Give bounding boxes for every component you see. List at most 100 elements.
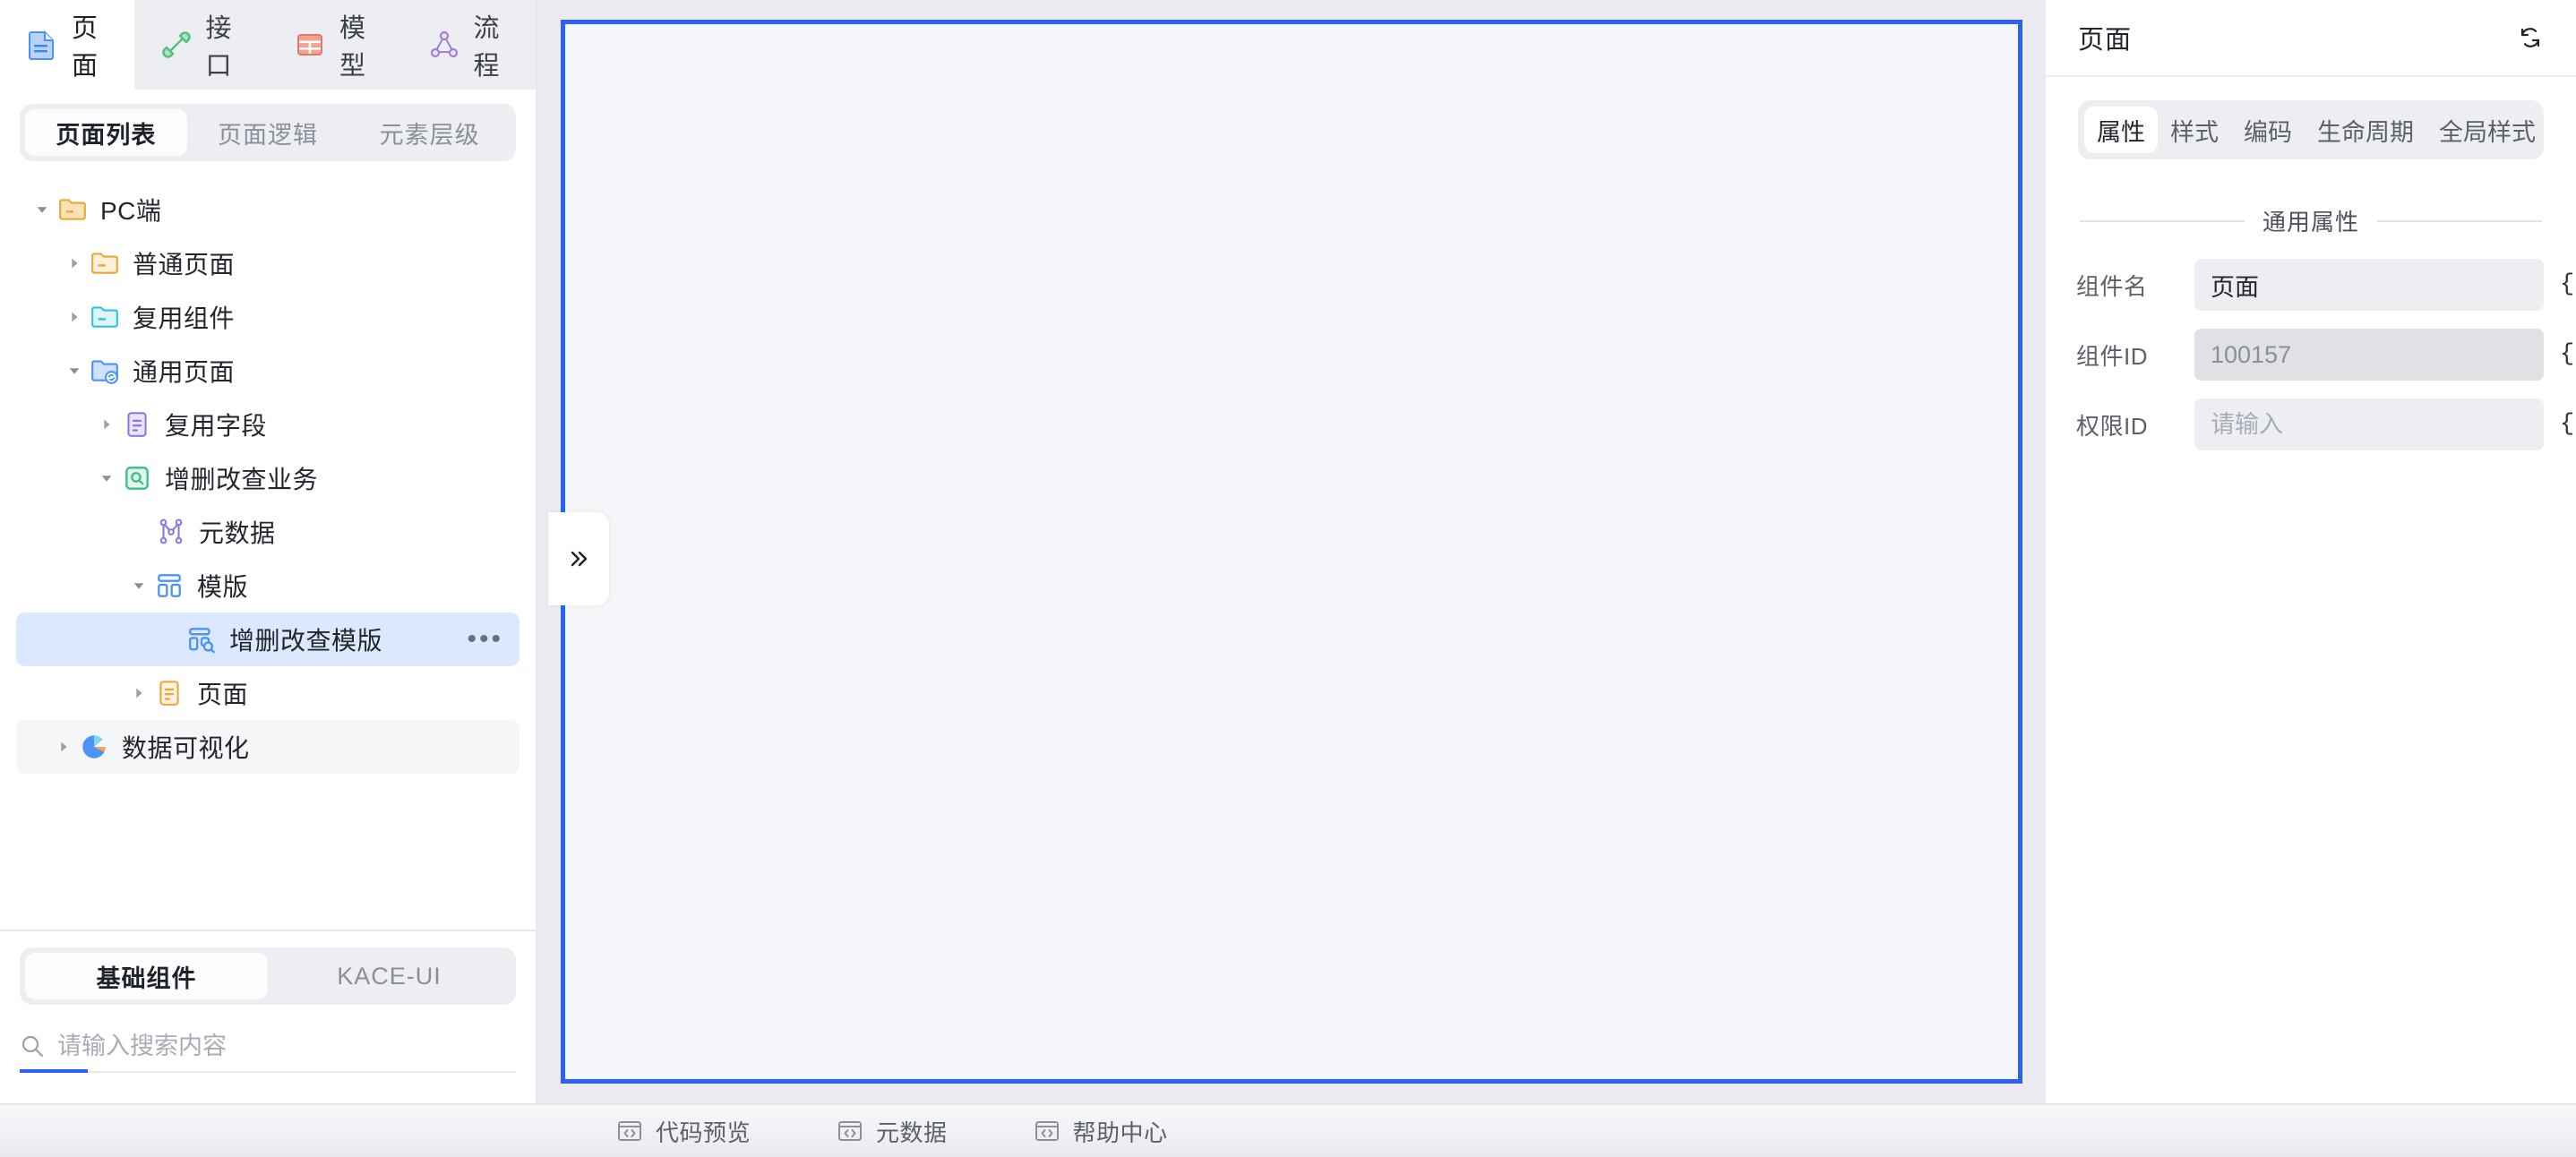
caret-right-icon[interactable] — [124, 678, 154, 708]
workspace: 页面 接口 模型 流程 页面列表 页面逻辑 元素层级 PC端 普通页面 复用组件… — [0, 0, 2576, 1103]
component-tab-kace-ui[interactable]: KACE-UI — [268, 953, 511, 999]
bottom-item-metadata[interactable]: 元数据 — [837, 1115, 948, 1148]
sub-tab-page-logic[interactable]: 页面逻辑 — [187, 109, 349, 156]
caret-down-icon[interactable] — [91, 463, 122, 493]
left-panel: 页面 接口 模型 流程 页面列表 页面逻辑 元素层级 PC端 普通页面 复用组件… — [0, 0, 537, 1103]
tree-item-pages[interactable]: 页面 — [16, 666, 519, 720]
panel-collapse-handle[interactable] — [548, 512, 609, 605]
right-panel-header: 页面 — [2046, 0, 2576, 77]
expression-toggle-button[interactable]: {/} — [2560, 341, 2576, 368]
tree-item-label: 通用页面 — [133, 358, 236, 386]
tree-item-crud-business[interactable]: 增删改查业务 — [16, 451, 519, 505]
tab-properties[interactable]: 属性 — [2084, 107, 2158, 153]
caret-down-icon[interactable] — [59, 356, 90, 386]
folder-cyan-icon — [90, 302, 120, 332]
pie-chart-icon — [79, 732, 109, 762]
api-plug-icon — [161, 30, 192, 60]
page-tree: PC端 普通页面 复用组件 通用页面 复用字段 增删改查业务 元数据 模版 增删… — [0, 170, 536, 931]
expression-toggle-button[interactable]: {/} — [2560, 411, 2576, 438]
refresh-icon[interactable] — [2515, 22, 2546, 53]
right-panel-segmented: 属性 样式 编码 生命周期 全局样式 — [2078, 100, 2544, 159]
main-tab-label: 流程 — [473, 14, 501, 81]
permission-id-input[interactable] — [2194, 399, 2544, 450]
tree-item-label: 复用字段 — [165, 412, 268, 440]
page-title: 页面 — [2078, 26, 2133, 55]
section-title: 通用属性 — [2263, 209, 2360, 236]
tree-item-more-button[interactable]: ••• — [467, 626, 503, 653]
template-blue-icon — [154, 570, 185, 601]
bottom-item-label: 帮助中心 — [1072, 1118, 1168, 1146]
tree-item-label: 页面 — [197, 681, 249, 708]
property-label: 组件名 — [2076, 272, 2148, 300]
bottom-bar-items: 代码预览 元数据 帮助中心 — [537, 1115, 1168, 1148]
tab-styles[interactable]: 样式 — [2158, 107, 2231, 153]
main-tab-label: 模型 — [339, 14, 367, 81]
code-window-icon — [837, 1118, 863, 1144]
folder-orange-icon — [90, 248, 120, 279]
expression-toggle-button[interactable]: {/} — [2560, 271, 2576, 298]
tree-item-common-pages[interactable]: 通用页面 — [16, 344, 519, 398]
tree-item-label: 增删改查业务 — [165, 466, 319, 493]
bottom-item-label: 代码预览 — [656, 1118, 751, 1146]
folder-sync-blue-icon — [90, 356, 120, 386]
canvas-area — [537, 0, 2046, 1103]
right-panel-tab-bar: 属性 样式 编码 生命周期 全局样式 — [2046, 77, 2576, 159]
caret-right-icon[interactable] — [91, 409, 122, 440]
component-search-row — [20, 1021, 516, 1073]
caret-right-icon[interactable] — [48, 732, 79, 762]
divider-line-right — [2377, 219, 2543, 222]
tree-item-pc[interactable]: PC端 — [16, 183, 519, 236]
main-tab-label: 页面 — [72, 14, 99, 81]
component-panel-segmented: 基础组件 KACE-UI — [20, 947, 516, 1005]
bottom-item-code-preview[interactable]: 代码预览 — [616, 1115, 751, 1148]
folder-orange-icon — [57, 194, 88, 225]
property-row-permission-id: 权限ID {/} — [2076, 390, 2576, 459]
tree-item-label: 模版 — [197, 573, 249, 601]
doc-purple-icon — [122, 409, 152, 440]
search-box-green-icon — [122, 463, 152, 493]
caret-down-icon[interactable] — [124, 570, 154, 601]
main-tab-page[interactable]: 页面 — [0, 0, 134, 90]
tree-item-label: 普通页面 — [133, 251, 236, 279]
sub-tab-bar: 页面列表 页面逻辑 元素层级 — [0, 90, 536, 170]
divider-line-left — [2080, 219, 2245, 222]
properties-form: 组件名 {/} 组件ID {/} 权限ID {/} — [2046, 237, 2576, 459]
tree-item-metadata[interactable]: 元数据 — [16, 505, 519, 559]
tab-coding[interactable]: 编码 — [2231, 107, 2305, 153]
model-table-icon — [295, 30, 325, 60]
caret-right-icon[interactable] — [59, 302, 90, 332]
tab-global-styles[interactable]: 全局样式 — [2426, 107, 2548, 153]
caret-right-icon[interactable] — [59, 248, 90, 279]
main-tab-model[interactable]: 模型 — [268, 0, 402, 90]
caret-down-icon[interactable] — [27, 194, 57, 225]
tree-item-crud-template[interactable]: 增删改查模版 ••• — [16, 613, 519, 666]
property-row-component-name: 组件名 {/} — [2076, 250, 2576, 320]
page-icon — [27, 30, 57, 60]
code-window-icon — [616, 1118, 643, 1144]
property-row-component-id: 组件ID {/} — [2076, 320, 2576, 390]
tree-item-data-visualization[interactable]: 数据可视化 — [16, 720, 519, 774]
sub-tab-element-hierarchy[interactable]: 元素层级 — [348, 109, 511, 156]
tree-item-reusable-fields[interactable]: 复用字段 — [16, 398, 519, 451]
doc-orange-icon — [154, 678, 185, 708]
component-id-input — [2194, 329, 2544, 381]
component-name-input[interactable] — [2194, 259, 2544, 311]
sub-tab-page-list[interactable]: 页面列表 — [25, 109, 187, 156]
search-icon — [20, 1033, 45, 1058]
bottom-status-bar: 代码预览 元数据 帮助中心 — [0, 1103, 2576, 1157]
chevron-double-right-icon — [565, 545, 592, 572]
tree-item-templates[interactable]: 模版 — [16, 559, 519, 613]
page-canvas[interactable] — [561, 20, 2022, 1084]
component-search-input[interactable] — [57, 1032, 516, 1060]
property-label: 权限ID — [2076, 412, 2149, 440]
template-search-blue-icon — [186, 624, 217, 655]
tree-item-label: PC端 — [100, 197, 162, 225]
tree-item-label: 增删改查模版 — [229, 627, 383, 655]
main-tab-api[interactable]: 接口 — [134, 0, 269, 90]
tree-item-reusable-components[interactable]: 复用组件 — [16, 290, 519, 344]
main-tab-flow[interactable]: 流程 — [402, 0, 537, 90]
tab-lifecycle[interactable]: 生命周期 — [2305, 107, 2426, 153]
component-tab-basic[interactable]: 基础组件 — [25, 953, 268, 999]
bottom-item-help-center[interactable]: 帮助中心 — [1034, 1115, 1168, 1148]
tree-item-normal-pages[interactable]: 普通页面 — [16, 236, 519, 290]
